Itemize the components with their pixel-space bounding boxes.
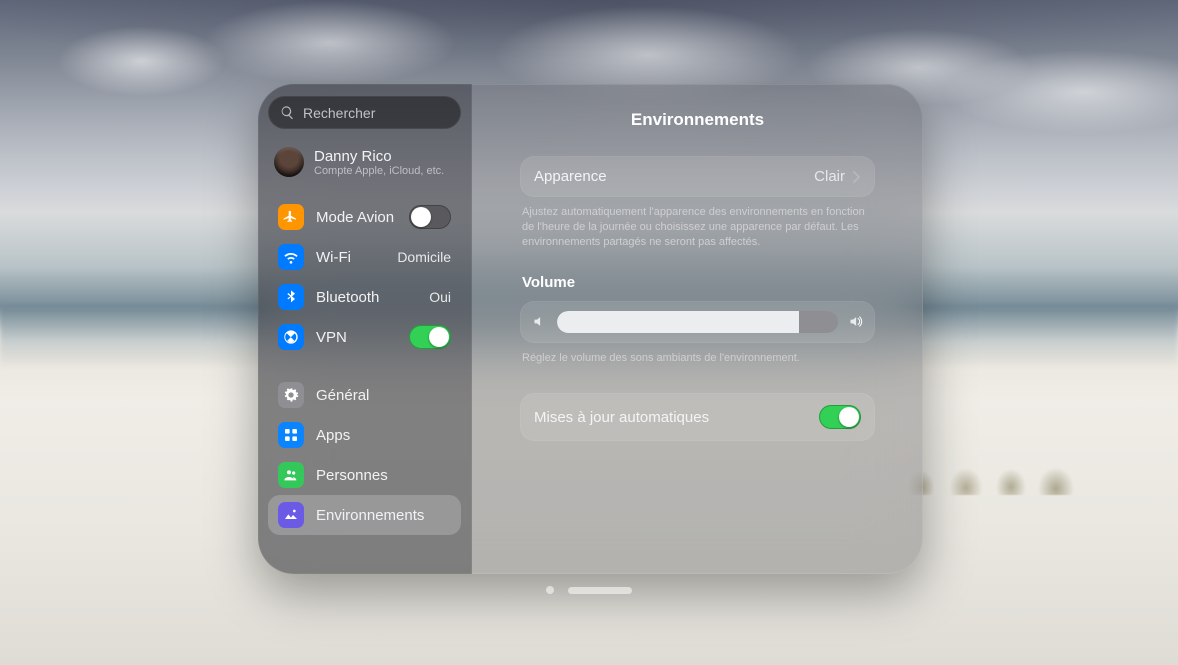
account-name: Danny Rico <box>314 148 444 165</box>
wifi-icon <box>278 244 304 270</box>
volume-slider-fill <box>557 311 799 333</box>
people-icon <box>278 462 304 488</box>
sidebar-item-wifi[interactable]: Wi‑Fi Domicile <box>268 237 461 277</box>
sidebar-section-system: Général Apps Personnes Environnements <box>268 375 461 535</box>
sidebar-item-people[interactable]: Personnes <box>268 455 461 495</box>
sidebar-item-label: Bluetooth <box>316 289 417 306</box>
sidebar-item-environments[interactable]: Environnements <box>268 495 461 535</box>
airplane-toggle[interactable] <box>409 205 451 229</box>
sidebar-item-vpn[interactable]: VPN <box>268 317 461 357</box>
appearance-row[interactable]: Apparence Clair <box>520 156 875 197</box>
search-icon <box>280 105 295 120</box>
bluetooth-icon <box>278 284 304 310</box>
vpn-icon <box>278 324 304 350</box>
volume-high-icon <box>848 314 863 329</box>
main-panel: Environnements Apparence Clair Ajustez a… <box>472 84 923 574</box>
wifi-value: Domicile <box>397 249 451 265</box>
auto-update-label: Mises à jour automatiques <box>534 409 809 426</box>
sidebar-item-label: Personnes <box>316 467 451 484</box>
volume-hint: Réglez le volume des sons ambiants de l'… <box>522 351 873 366</box>
sidebar: Rechercher Danny Rico Compte Apple, iClo… <box>258 84 472 574</box>
volume-low-icon <box>532 314 547 329</box>
appearance-value: Clair <box>814 168 845 185</box>
bluetooth-value: Oui <box>429 289 451 305</box>
appearance-hint: Ajustez automatiquement l'apparence des … <box>522 205 873 250</box>
auto-update-row[interactable]: Mises à jour automatiques <box>520 393 875 441</box>
wallpaper-detail <box>903 455 1083 495</box>
sidebar-item-label: Apps <box>316 427 451 444</box>
volume-row <box>520 301 875 343</box>
sidebar-item-label: Mode Avion <box>316 209 397 226</box>
sidebar-item-label: Général <box>316 387 451 404</box>
gear-icon <box>278 382 304 408</box>
sidebar-item-apps[interactable]: Apps <box>268 415 461 455</box>
sidebar-section-connectivity: Mode Avion Wi‑Fi Domicile Bluetooth Oui <box>268 197 461 357</box>
sidebar-item-airplane[interactable]: Mode Avion <box>268 197 461 237</box>
volume-title: Volume <box>522 274 875 291</box>
volume-slider[interactable] <box>557 311 838 333</box>
chevron-right-icon <box>853 171 861 183</box>
search-placeholder: Rechercher <box>303 105 375 121</box>
airplane-icon <box>278 204 304 230</box>
apps-icon <box>278 422 304 448</box>
home-indicator[interactable] <box>546 586 632 594</box>
appearance-label: Apparence <box>534 168 814 185</box>
sidebar-item-bluetooth[interactable]: Bluetooth Oui <box>268 277 461 317</box>
avatar <box>274 147 304 177</box>
environments-icon <box>278 502 304 528</box>
page-title: Environnements <box>520 110 875 130</box>
pager-bar <box>568 587 632 594</box>
auto-update-toggle[interactable] <box>819 405 861 429</box>
settings-window: Rechercher Danny Rico Compte Apple, iClo… <box>258 84 923 574</box>
sidebar-item-label: Wi‑Fi <box>316 249 385 266</box>
search-field[interactable]: Rechercher <box>268 96 461 129</box>
pager-dot <box>546 586 554 594</box>
account-row[interactable]: Danny Rico Compte Apple, iCloud, etc. <box>268 129 461 191</box>
account-subtitle: Compte Apple, iCloud, etc. <box>314 165 444 177</box>
sidebar-item-label: Environnements <box>316 507 451 524</box>
sidebar-item-label: VPN <box>316 329 397 346</box>
vpn-toggle[interactable] <box>409 325 451 349</box>
sidebar-item-general[interactable]: Général <box>268 375 461 415</box>
